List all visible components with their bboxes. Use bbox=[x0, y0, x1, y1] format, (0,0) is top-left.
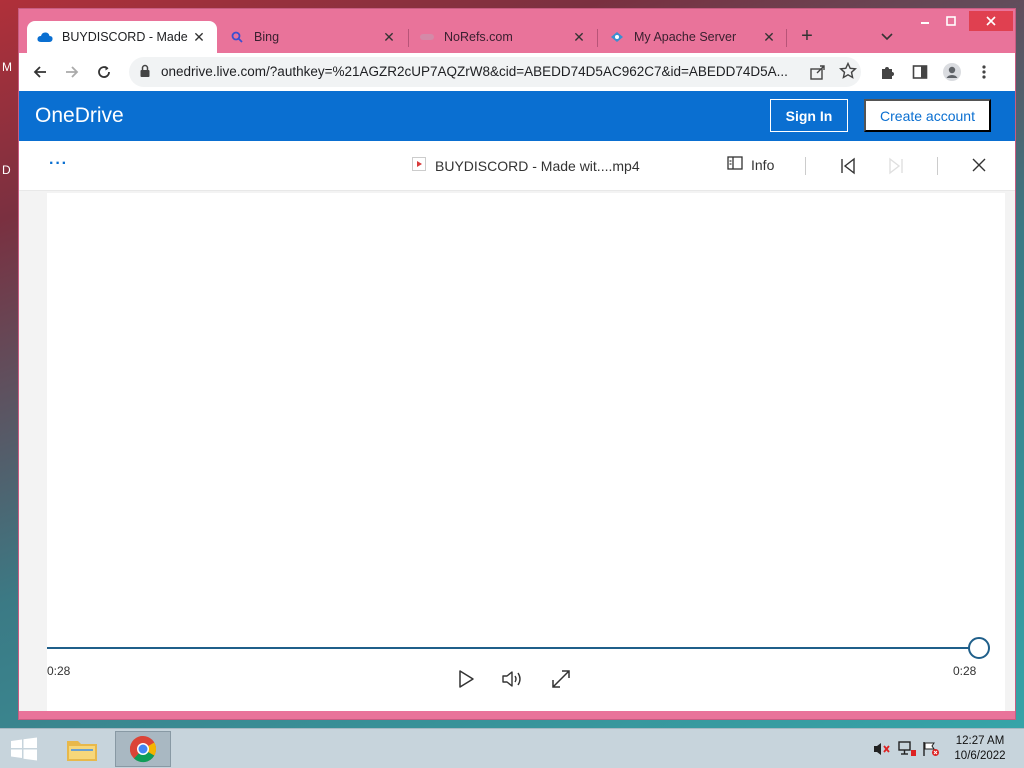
maximize-button[interactable] bbox=[935, 11, 967, 31]
tab-separator bbox=[597, 29, 598, 47]
file-name-text: BUYDISCORD - Made wit....mp4 bbox=[435, 157, 640, 174]
close-icon[interactable]: ✕ bbox=[191, 29, 207, 45]
tab-title: BUYDISCORD - Made w bbox=[62, 30, 191, 44]
windows-taskbar: 12:27 AM 10/6/2022 bbox=[0, 728, 1024, 768]
toolbar-separator bbox=[937, 157, 938, 175]
video-file-icon bbox=[412, 157, 426, 174]
reload-icon[interactable] bbox=[93, 61, 115, 83]
tab-title: My Apache Server bbox=[634, 30, 737, 44]
onedrive-logo[interactable]: OneDrive bbox=[35, 104, 124, 128]
side-panel-icon[interactable] bbox=[909, 61, 931, 83]
play-icon[interactable] bbox=[454, 667, 478, 691]
desktop-icon-label[interactable]: D bbox=[2, 163, 11, 177]
tab-title: NoRefs.com bbox=[444, 30, 513, 44]
address-bar[interactable]: onedrive.live.com/?authkey=%21AGZR2cUP7A… bbox=[129, 57, 861, 87]
extensions-puzzle-icon[interactable] bbox=[877, 61, 899, 83]
previous-item-icon[interactable] bbox=[839, 157, 857, 180]
forward-arrow-icon[interactable] bbox=[61, 61, 83, 83]
tab-bing[interactable]: Bing ✕ bbox=[219, 21, 407, 53]
browser-window: BUYDISCORD - Made w ✕ Bing ✕ NoRefs.com … bbox=[18, 8, 1016, 720]
tab-strip: BUYDISCORD - Made w ✕ Bing ✕ NoRefs.com … bbox=[19, 9, 1015, 55]
network-icon[interactable] bbox=[898, 741, 916, 762]
lock-icon[interactable] bbox=[139, 64, 151, 83]
video-player-canvas[interactable] bbox=[47, 193, 1005, 711]
close-icon[interactable]: ✕ bbox=[571, 29, 587, 45]
chrome-icon[interactable] bbox=[115, 731, 171, 767]
browser-toolbar: onedrive.live.com/?authkey=%21AGZR2cUP7A… bbox=[19, 53, 1015, 91]
onedrive-page: OneDrive Sign In Create account ··· BUYD… bbox=[19, 91, 1015, 711]
windows-start-icon[interactable] bbox=[10, 737, 38, 766]
onedrive-header: OneDrive Sign In Create account bbox=[19, 91, 1015, 141]
fullscreen-icon[interactable] bbox=[549, 667, 573, 691]
norefs-icon bbox=[419, 29, 435, 45]
action-center-flag-icon[interactable] bbox=[922, 741, 940, 762]
tab-norefs[interactable]: NoRefs.com ✕ bbox=[409, 21, 597, 53]
current-time: 0:28 bbox=[47, 664, 71, 678]
more-vertical-icon[interactable] bbox=[973, 61, 995, 83]
file-explorer-icon[interactable] bbox=[54, 731, 110, 767]
more-options-button[interactable]: ··· bbox=[49, 155, 68, 173]
create-account-button[interactable]: Create account bbox=[864, 99, 991, 132]
volume-icon[interactable] bbox=[501, 667, 525, 691]
info-button[interactable]: Info bbox=[727, 156, 774, 173]
new-tab-button[interactable]: + bbox=[795, 25, 819, 49]
toolbar-separator bbox=[805, 157, 806, 175]
seek-handle[interactable] bbox=[968, 637, 990, 659]
back-arrow-icon[interactable] bbox=[29, 61, 51, 83]
share-icon[interactable] bbox=[809, 63, 827, 86]
clock-time: 12:27 AM bbox=[955, 735, 1005, 747]
total-duration: 0:28 bbox=[953, 664, 977, 678]
sign-in-button[interactable]: Sign In bbox=[770, 99, 848, 132]
close-icon[interactable]: ✕ bbox=[381, 29, 397, 45]
window-close-button[interactable] bbox=[969, 11, 1013, 31]
info-label: Info bbox=[751, 156, 775, 173]
tab-buydiscord[interactable]: BUYDISCORD - Made w ✕ bbox=[27, 21, 217, 53]
tab-title: Bing bbox=[254, 30, 280, 44]
file-title: BUYDISCORD - Made wit....mp4 bbox=[412, 157, 640, 174]
bookmark-star-icon[interactable] bbox=[838, 61, 858, 85]
url-text[interactable]: onedrive.live.com/?authkey=%21AGZR2cUP7A… bbox=[161, 64, 801, 79]
close-icon[interactable]: ✕ bbox=[761, 29, 777, 45]
system-clock[interactable]: 12:27 AM 10/6/2022 bbox=[945, 734, 1015, 764]
onedrive-cloud-icon bbox=[37, 29, 53, 45]
tab-apache[interactable]: My Apache Server ✕ bbox=[599, 21, 787, 53]
tab-separator bbox=[786, 29, 787, 47]
apache-server-icon bbox=[609, 29, 625, 45]
next-item-icon[interactable] bbox=[887, 157, 905, 180]
desktop-icon-label[interactable]: M bbox=[2, 60, 12, 74]
info-panel-icon bbox=[727, 156, 743, 173]
viewer-command-bar: ··· BUYDISCORD - Made wit....mp4 Info bbox=[19, 141, 1015, 191]
profile-avatar-icon[interactable] bbox=[941, 61, 963, 83]
clock-date: 10/6/2022 bbox=[954, 750, 1006, 762]
seek-bar[interactable] bbox=[47, 647, 979, 649]
volume-muted-icon[interactable] bbox=[873, 741, 891, 762]
close-viewer-icon[interactable] bbox=[971, 157, 987, 178]
bing-search-icon bbox=[229, 29, 245, 45]
tab-search-chevron-icon[interactable] bbox=[875, 25, 899, 49]
